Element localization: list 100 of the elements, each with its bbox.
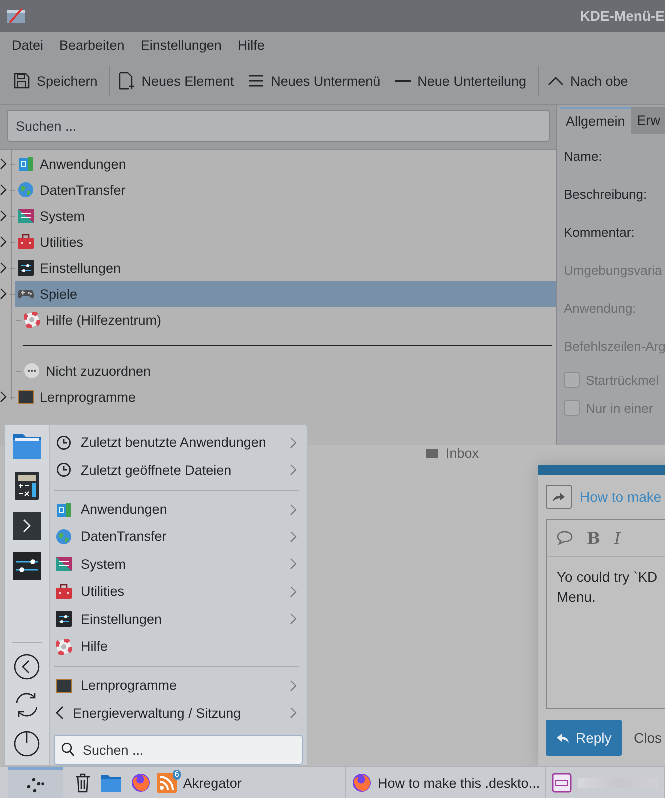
- terminal-icon[interactable]: [12, 511, 42, 541]
- menu-entry[interactable]: Utilities: [54, 578, 303, 606]
- chevron-right-icon: [290, 558, 297, 570]
- back-icon[interactable]: [13, 653, 41, 681]
- firefox-icon[interactable]: [131, 773, 152, 793]
- system-icon: [56, 556, 72, 572]
- lifebuoy-icon: [56, 638, 72, 655]
- toolbar-button[interactable]: Neues Element: [112, 68, 242, 94]
- folder-label: Inbox: [446, 446, 480, 461]
- menu-item[interactable]: Bearbeiten: [52, 34, 133, 56]
- tab[interactable]: Erw: [631, 107, 665, 134]
- share-arrow-icon: [552, 491, 566, 503]
- sliders-icon: [18, 260, 34, 276]
- tree-item[interactable]: DatenTransfer: [15, 177, 556, 203]
- clock-icon: [56, 462, 72, 478]
- toolbar-button[interactable]: Neues Untermenü: [242, 69, 389, 93]
- chevron-right-icon: [290, 613, 297, 626]
- share-button[interactable]: [546, 485, 572, 509]
- trash-icon[interactable]: [75, 773, 92, 793]
- checkbox-label: Nur in einer: [586, 400, 654, 416]
- menu-item[interactable]: Einstellungen: [132, 34, 230, 56]
- task-button[interactable]: How to make this .deskto...: [346, 767, 546, 798]
- tree-item[interactable]: Spiele: [15, 281, 556, 307]
- tree-item[interactable]: Lernprogramme: [15, 384, 556, 410]
- system-icon: [18, 208, 34, 224]
- chalkboard-icon: [18, 389, 34, 405]
- menu-entry[interactable]: Lernprogramme: [54, 672, 303, 700]
- field-label: Name:: [564, 148, 604, 166]
- chevron-right-icon: [290, 586, 297, 598]
- tree-item[interactable]: Nicht zuzuordnen: [21, 358, 556, 384]
- more-icon: [24, 363, 40, 379]
- toolbox-icon: [56, 584, 72, 600]
- chevron-right-icon: [290, 436, 297, 449]
- globe-icon: [18, 182, 34, 198]
- sliders-icon[interactable]: [12, 551, 42, 581]
- chevron-left-icon: [56, 706, 64, 720]
- window-title: KDE-Menü-E: [580, 8, 665, 24]
- power-icon[interactable]: [13, 729, 41, 757]
- menu-entry[interactable]: Anwendungen: [54, 496, 303, 524]
- clock-icon: [56, 434, 72, 451]
- field-label: Kommentar:: [564, 224, 636, 242]
- save-icon: [14, 73, 30, 89]
- menu-entry[interactable]: Zuletzt geöffnete Dateien: [54, 456, 303, 484]
- calculator-icon[interactable]: [12, 471, 42, 501]
- folder-icon[interactable]: [100, 773, 122, 793]
- message-text: Menu.: [557, 588, 597, 607]
- menu-entry[interactable]: Zuletzt benutzte Anwendungen: [54, 429, 303, 456]
- reply-button[interactable]: Reply: [546, 720, 622, 756]
- mail-icon: [426, 449, 438, 458]
- app-icon: [56, 502, 72, 518]
- reply-arrow-icon: [556, 732, 570, 744]
- folder-icon[interactable]: [12, 431, 42, 461]
- menu-entry[interactable]: DatenTransfer: [54, 523, 303, 551]
- firefox-icon[interactable]: [352, 773, 372, 793]
- close-link[interactable]: Clos: [634, 730, 662, 746]
- tree-item[interactable]: System: [15, 203, 556, 229]
- list-icon: [248, 73, 264, 89]
- field-label: Beschreibung:: [564, 186, 648, 204]
- app-icon: [18, 156, 34, 172]
- speech-bubble-icon[interactable]: [557, 531, 573, 545]
- menu-entry[interactable]: System: [54, 550, 303, 578]
- chevron-right-icon: [290, 680, 297, 692]
- dots-icon: [26, 776, 46, 794]
- lifebuoy-icon: [24, 312, 40, 328]
- toolbox-icon: [18, 234, 34, 250]
- task-button[interactable]: 6 Akregator: [151, 767, 346, 798]
- chevron-right-icon: [290, 530, 297, 543]
- toolbar-button[interactable]: Speichern: [8, 69, 106, 93]
- menu-entry[interactable]: Hilfe: [54, 632, 303, 660]
- toolbar-button[interactable]: Neue Unterteilung: [388, 70, 534, 92]
- chevron-right-icon: [290, 464, 297, 476]
- launcher-button[interactable]: [8, 767, 64, 798]
- menu-item[interactable]: Datei: [4, 34, 52, 56]
- line-icon: [394, 80, 411, 82]
- chevron-right-icon: [290, 504, 297, 516]
- sliders-icon: [56, 611, 72, 628]
- count-badge: 6: [172, 770, 182, 780]
- search-icon: [61, 742, 75, 758]
- new-document-icon: [118, 72, 135, 90]
- chevron-right-icon: [290, 707, 297, 720]
- menu-entry[interactable]: Einstellungen: [54, 605, 303, 633]
- globe-icon: [56, 528, 72, 545]
- search-field[interactable]: Suchen ...: [54, 735, 303, 766]
- message-text: Yo could try `KD: [557, 568, 659, 587]
- checkbox-label: Startrückmel: [586, 372, 659, 388]
- field-label: Befehlszeilen-Arg: [564, 338, 665, 356]
- menu-entry[interactable]: Energieverwaltung / Sitzung: [54, 700, 303, 728]
- app-logo-icon: [6, 7, 26, 25]
- toolbar-button[interactable]: Nach obe: [542, 69, 636, 93]
- editor-box[interactable]: B I Yo could try `KD Menu.: [546, 519, 665, 709]
- tree-item[interactable]: Einstellungen: [15, 255, 556, 281]
- tree-item[interactable]: Hilfe (Hilfezentrum): [21, 307, 556, 333]
- rss-icon: [157, 773, 178, 793]
- search-field[interactable]: Suchen ...: [7, 110, 550, 142]
- field-label: Anwendung:: [564, 300, 638, 318]
- menu-item[interactable]: Hilfe: [230, 34, 273, 56]
- field-label: Umgebungsvaria: [564, 262, 664, 280]
- tree-item[interactable]: Anwendungen: [15, 151, 556, 177]
- chalkboard-icon: [56, 678, 72, 694]
- tree-item[interactable]: Utilities: [15, 229, 556, 255]
